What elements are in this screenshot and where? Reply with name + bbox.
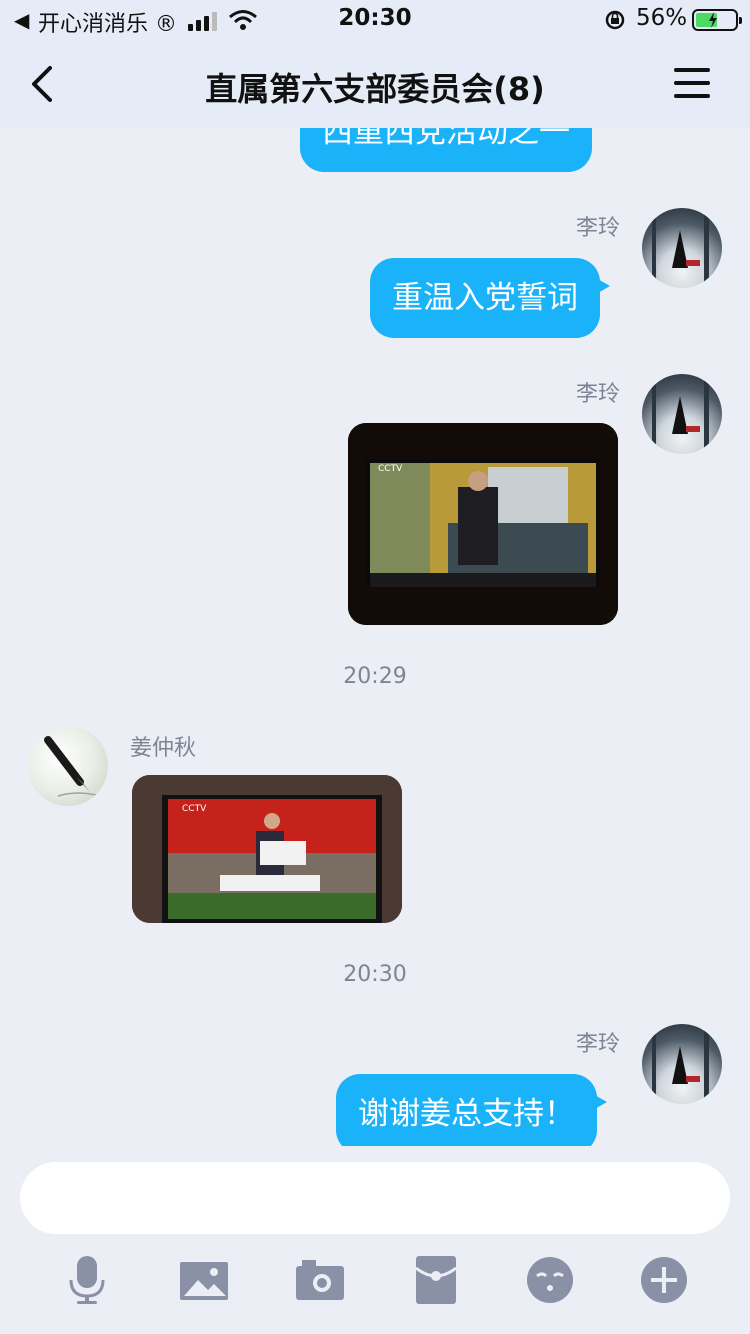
timestamp: 20:29 (343, 664, 407, 689)
chat-header: 直属第六支部委员会(8) (0, 40, 750, 128)
message-input[interactable] (20, 1162, 730, 1234)
menu-button[interactable] (674, 66, 712, 100)
message-bubble[interactable]: 谢谢姜总支持！ (336, 1074, 607, 1146)
image-message[interactable]: CCTV (132, 775, 402, 923)
message-list[interactable]: 西重西党活动之一 李玲 重温入党誓词 李玲 CCTV 20:29 姜仲秋 CCT… (0, 128, 750, 1146)
sender-name: 姜仲秋 (130, 736, 197, 761)
avatar[interactable] (642, 1024, 722, 1104)
image-channel-logo: CCTV (378, 464, 403, 474)
sender-name: 李玲 (575, 382, 620, 407)
avatar[interactable] (28, 726, 108, 806)
sender-name: 李玲 (575, 1032, 620, 1057)
battery-icon (692, 9, 742, 31)
emoji-icon[interactable] (524, 1254, 576, 1306)
tv-photo: CCTV (348, 423, 618, 625)
microphone-icon[interactable] (61, 1254, 113, 1306)
tv-photo: CCTV (132, 775, 402, 923)
sender-name: 李玲 (575, 216, 620, 241)
avatar[interactable] (642, 208, 722, 288)
plus-icon[interactable] (638, 1254, 690, 1306)
image-message[interactable]: CCTV (348, 423, 618, 625)
charging-bolt-icon (709, 12, 717, 28)
battery-percentage: 56% (636, 5, 688, 31)
timestamp: 20:30 (343, 962, 407, 987)
orientation-lock-icon (605, 10, 625, 30)
image-channel-logo: CCTV (182, 804, 207, 814)
message-bubble[interactable]: 西重西党活动之一 (300, 128, 592, 172)
chat-title: 直属第六支部委员会(8) (205, 70, 545, 108)
input-area (0, 1146, 750, 1334)
red-packet-icon[interactable] (410, 1254, 462, 1306)
status-bar: ◀ 开心消消乐 ® 20:30 56% (0, 0, 750, 40)
message-bubble[interactable]: 重温入党誓词 (370, 258, 610, 338)
camera-icon[interactable] (294, 1254, 346, 1306)
avatar[interactable] (642, 374, 722, 454)
photo-icon[interactable] (178, 1254, 230, 1306)
